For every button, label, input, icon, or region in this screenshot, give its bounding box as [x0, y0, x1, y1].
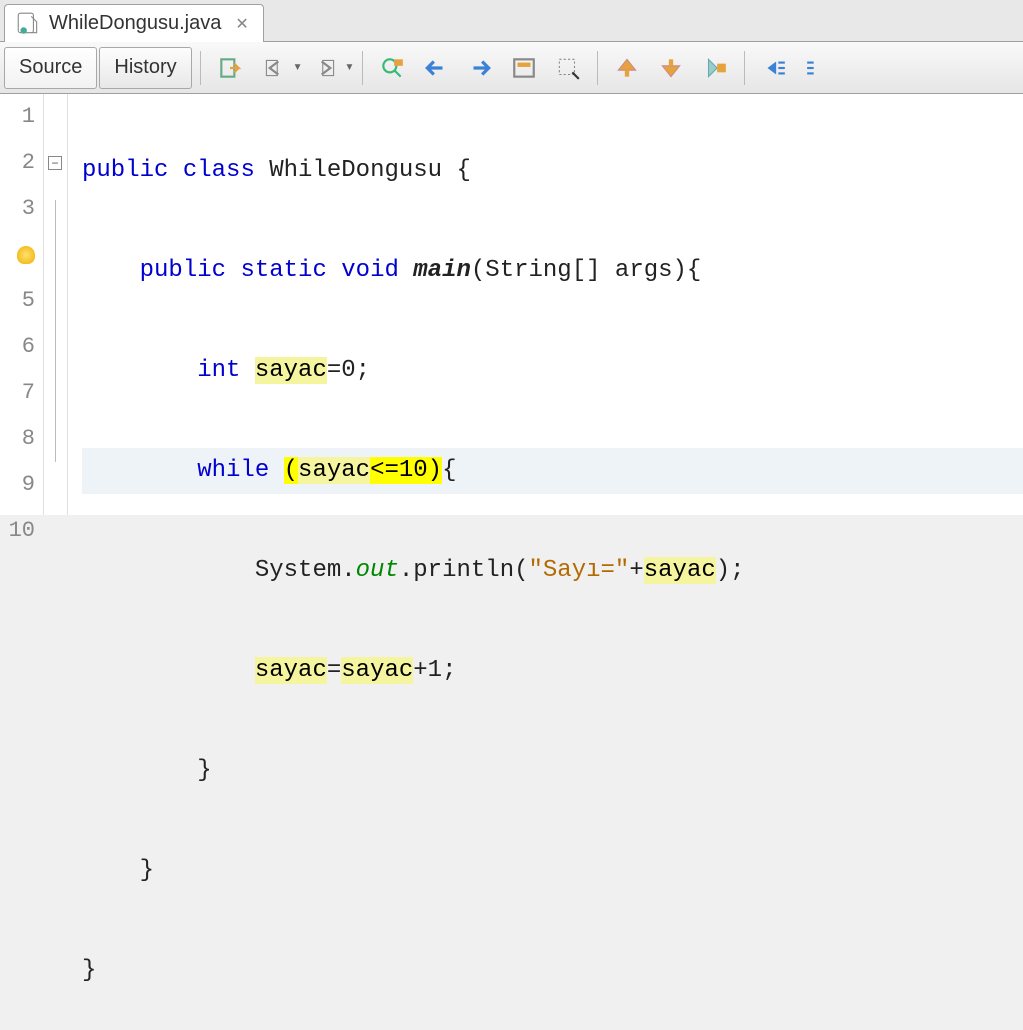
fold-collapse-icon[interactable]: − [48, 156, 62, 170]
toolbar-separator [362, 51, 363, 85]
java-file-icon [15, 11, 41, 37]
tab-bar: WhileDongusu.java ✕ [0, 0, 1023, 42]
line-number: 1 [0, 94, 35, 140]
tab-close-icon[interactable]: ✕ [235, 14, 248, 34]
back-icon[interactable] [253, 47, 295, 89]
code-line: } [82, 748, 1023, 794]
history-button[interactable]: History [99, 47, 191, 89]
find-selection-icon[interactable] [371, 47, 413, 89]
line-number: 6 [0, 324, 35, 370]
toggle-rect-selection-icon[interactable] [547, 47, 589, 89]
code-line: public class WhileDongusu { [82, 148, 1023, 194]
code-line: sayac=sayac+1; [82, 648, 1023, 694]
line-number: 2 [0, 140, 35, 186]
code-line: public static void main(String[] args){ [82, 248, 1023, 294]
code-area[interactable]: public class WhileDongusu { public stati… [68, 94, 1023, 515]
tab-filename: WhileDongusu.java [49, 12, 221, 35]
toolbar-separator [597, 51, 598, 85]
editor-area: 1 2 3 5 6 7 8 9 10 − public class WhileD… [0, 94, 1023, 515]
code-line: int sayac=0; [82, 348, 1023, 394]
source-button[interactable]: Source [4, 47, 97, 89]
shift-left-icon[interactable] [753, 47, 795, 89]
line-number: 3 [0, 186, 35, 232]
last-edit-icon[interactable] [209, 47, 251, 89]
code-line: } [82, 848, 1023, 894]
line-number-hint [0, 232, 35, 278]
line-number: 7 [0, 370, 35, 416]
file-tab[interactable]: WhileDongusu.java ✕ [4, 4, 264, 42]
fold-gutter: − [44, 94, 68, 515]
find-next-icon[interactable] [459, 47, 501, 89]
hint-bulb-icon[interactable] [17, 246, 35, 264]
find-previous-icon[interactable] [415, 47, 457, 89]
line-number: 9 [0, 462, 35, 508]
toolbar-separator [744, 51, 745, 85]
previous-bookmark-icon[interactable] [606, 47, 648, 89]
code-line: } [82, 948, 1023, 994]
line-number-gutter: 1 2 3 5 6 7 8 9 10 [0, 94, 44, 515]
code-line: System.out.println("Sayı="+sayac); [82, 548, 1023, 594]
toggle-bookmark-icon[interactable] [694, 47, 736, 89]
forward-icon[interactable] [305, 47, 347, 89]
line-number: 8 [0, 416, 35, 462]
dropdown-icon[interactable]: ▼ [293, 62, 303, 73]
toggle-highlight-icon[interactable] [503, 47, 545, 89]
dropdown-icon[interactable]: ▼ [345, 62, 355, 73]
line-number: 5 [0, 278, 35, 324]
toolbar-separator [200, 51, 201, 85]
code-line-current: while (sayac<=10){ [82, 448, 1023, 494]
next-bookmark-icon[interactable] [650, 47, 692, 89]
shift-right-icon[interactable] [797, 47, 839, 89]
editor-toolbar: Source History ▼ ▼ [0, 42, 1023, 94]
